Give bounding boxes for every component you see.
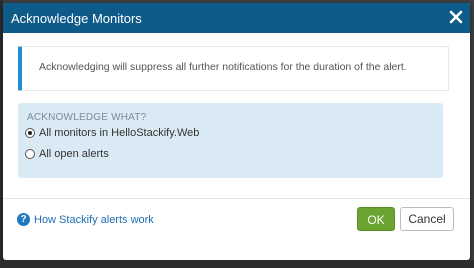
page-backdrop-bottom (0, 260, 474, 268)
radio-button-unchecked[interactable] (25, 149, 35, 159)
help-link-text: How Stackify alerts work (34, 214, 154, 226)
close-icon[interactable] (448, 9, 464, 25)
dialog-body: Acknowledging will suppress all further … (3, 33, 470, 198)
radio-label-all-open-alerts: All open alerts (39, 148, 109, 160)
dialog-header: Acknowledge Monitors (3, 3, 470, 33)
dialog-footer: ? How Stackify alerts work OK Cancel (3, 199, 470, 260)
panel-heading: ACKNOWLEDGE WHAT? (27, 112, 147, 123)
radio-label-all-monitors: All monitors in HelloStackify.Web (39, 127, 200, 139)
callout-text: Acknowledging will suppress all further … (39, 61, 407, 73)
info-callout: Acknowledging will suppress all further … (18, 46, 449, 91)
radio-button-checked[interactable] (25, 128, 35, 138)
ok-button[interactable]: OK (357, 207, 395, 231)
dialog-title: Acknowledge Monitors (11, 11, 142, 26)
question-circle-icon: ? (17, 213, 30, 226)
acknowledge-options-panel: ACKNOWLEDGE WHAT? All monitors in HelloS… (18, 103, 443, 178)
cancel-button[interactable]: Cancel (400, 207, 454, 231)
acknowledge-monitors-dialog: Acknowledge Monitors Acknowledging will … (3, 3, 470, 260)
